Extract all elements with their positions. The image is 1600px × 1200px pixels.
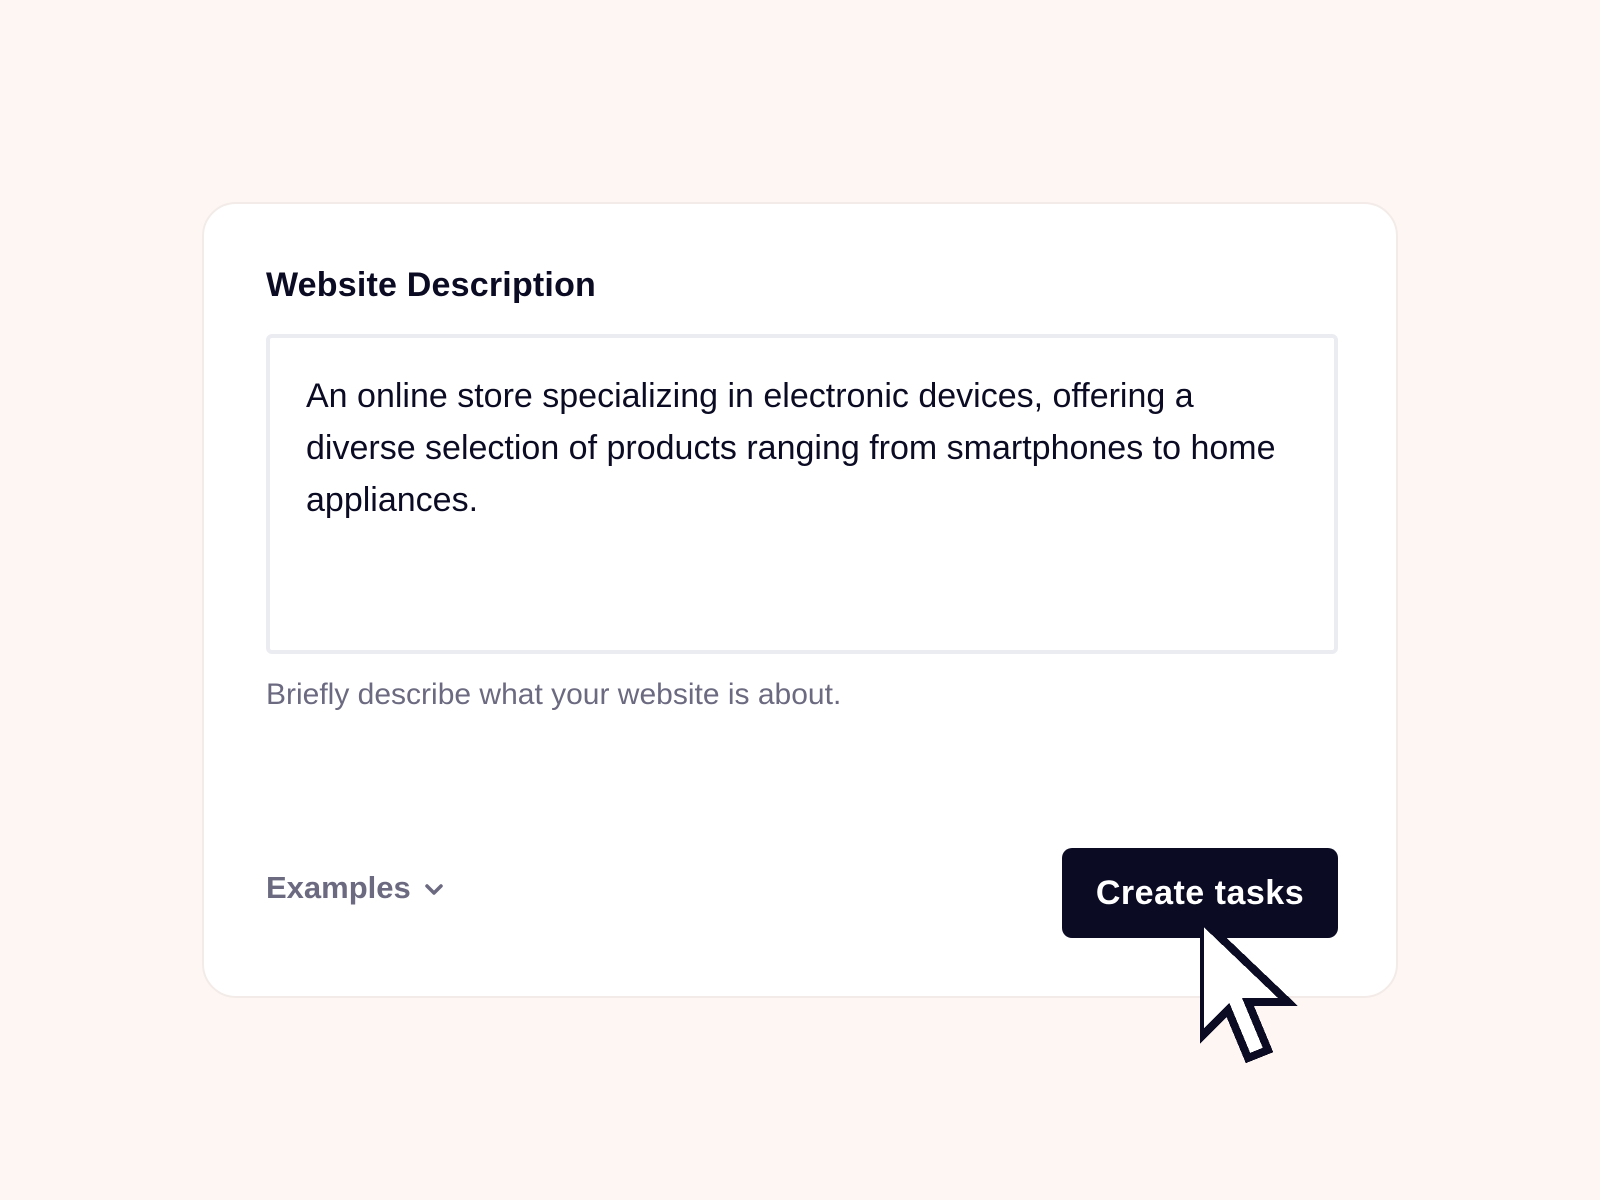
website-description-label: Website Description	[266, 266, 597, 304]
website-description-card: Website Description An online store spec…	[202, 202, 1398, 998]
create-tasks-button[interactable]: Create tasks	[1062, 848, 1338, 938]
examples-dropdown-toggle[interactable]: Examples	[266, 870, 445, 906]
chevron-down-icon	[423, 879, 445, 901]
website-description-helper-text: Briefly describe what your website is ab…	[266, 678, 842, 711]
website-description-input[interactable]: An online store specializing in electron…	[266, 334, 1338, 654]
examples-label: Examples	[266, 870, 411, 905]
